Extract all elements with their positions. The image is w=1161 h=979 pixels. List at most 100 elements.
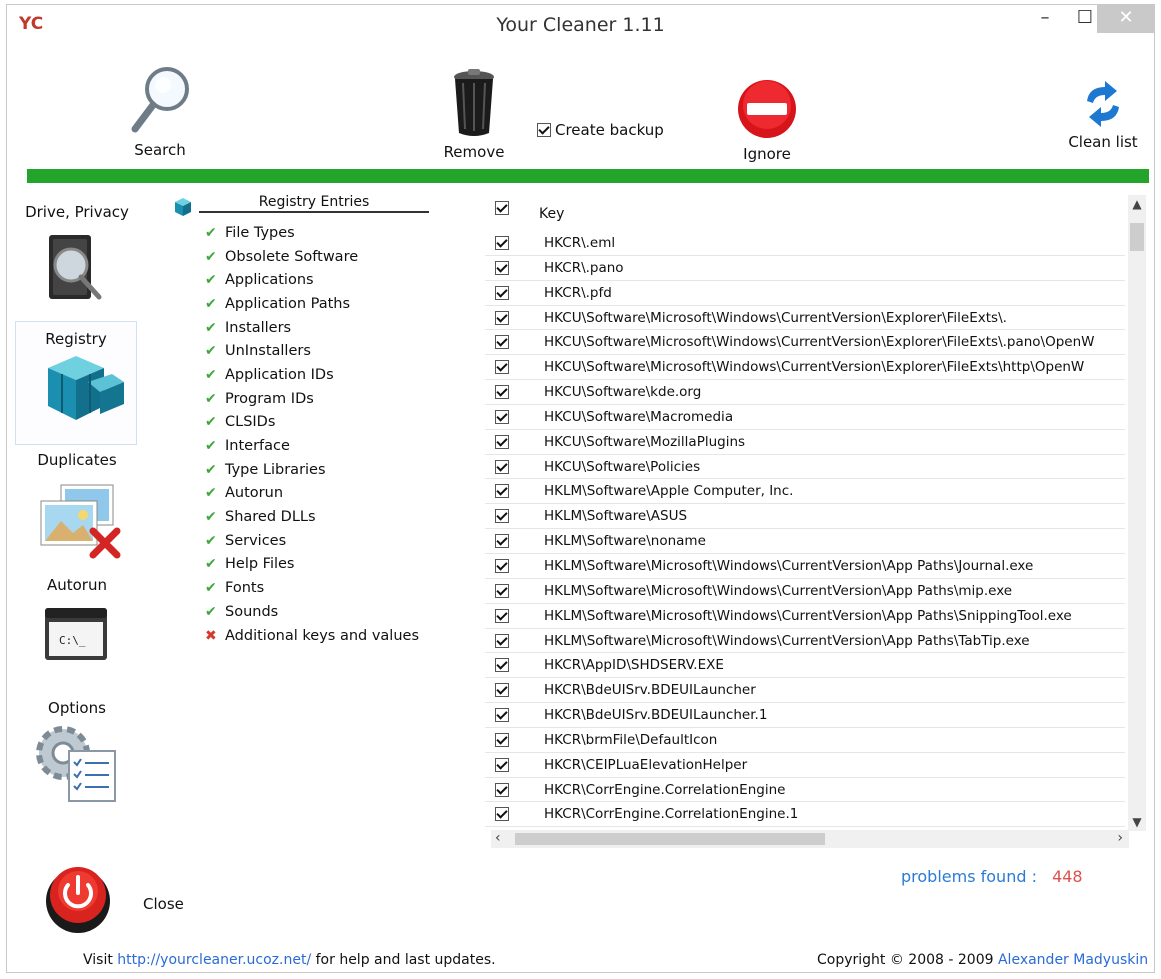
row-checkbox[interactable] [495,310,509,325]
table-row[interactable]: HKCR\brmFile\DefaultIcon [485,728,1125,753]
key-list[interactable]: Key HKCR\.eml HKCR\.pano HKCR\.pfd HKCU\Sof… [485,189,1145,841]
row-checkbox[interactable] [495,534,509,549]
create-backup-checkbox[interactable]: Create backup [537,121,664,139]
checkbox-icon[interactable] [537,123,551,137]
table-row[interactable]: HKLM\Software\Microsoft\Windows\CurrentV… [485,629,1125,654]
row-checkbox[interactable] [495,360,509,375]
registry-key: HKCR\AppID\SHDSERV.EXE [544,657,724,674]
vertical-scrollbar[interactable]: ▲ ▼ [1128,195,1146,831]
check-icon: ✔ [205,438,217,455]
table-row[interactable]: HKCU\Software\Microsoft\Windows\CurrentV… [485,330,1125,356]
table-row[interactable]: HKCR\AppID\SHDSERV.EXE [485,653,1125,679]
row-checkbox[interactable] [495,260,509,275]
duplicate-images-icon [40,484,121,559]
clean-list-button[interactable]: Clean list [1063,79,1143,151]
table-row[interactable]: HKLM\Software\ASUS [485,504,1125,530]
nav-registry-label: Registry [45,330,107,348]
table-row[interactable]: HKCU\Software\Microsoft\Windows\CurrentV… [485,306,1125,331]
close-window-button[interactable]: ✕ [1097,5,1155,33]
table-row[interactable]: HKLM\Software\Microsoft\Windows\CurrentV… [485,554,1125,579]
nav-duplicates[interactable]: Duplicates [17,451,137,563]
category-item: ✔ Autorun [205,482,419,506]
nav-autorun[interactable]: Autorun C:\_ [17,576,137,668]
minimize-button[interactable]: – [1025,5,1065,33]
row-checkbox[interactable] [495,409,509,424]
row-checkbox[interactable] [495,807,509,822]
power-button-icon [46,867,110,933]
row-checkbox[interactable] [495,285,509,300]
category-label: Sounds [225,603,279,620]
registry-key: HKLM\Software\Apple Computer, Inc. [544,483,794,500]
vertical-scroll-thumb[interactable] [1130,223,1144,251]
row-checkbox[interactable] [495,757,509,772]
row-checkbox[interactable] [495,658,509,673]
row-checkbox[interactable] [495,558,509,573]
magnifier-icon [131,67,189,133]
horizontal-scrollbar[interactable]: ‹ › [491,830,1129,848]
remove-button[interactable]: Remove [439,67,509,161]
row-checkbox[interactable] [495,484,509,499]
scroll-up-icon[interactable]: ▲ [1128,197,1146,211]
row-checkbox[interactable] [495,434,509,449]
category-item: ✔ Services [205,529,419,553]
row-checkbox[interactable] [495,633,509,648]
close-label[interactable]: Close [143,895,184,913]
table-row[interactable]: HKCR\.eml [485,231,1125,256]
category-item: ✔ Interface [205,434,419,458]
check-icon: ✔ [205,485,217,502]
category-item: ✔ Help Files [205,553,419,577]
check-icon: ✔ [205,295,217,312]
table-row[interactable]: HKCR\BdeUISrv.BDEUILauncher.1 [485,703,1125,728]
category-item: ✔ Fonts [205,576,419,600]
row-checkbox[interactable] [495,608,509,623]
table-row[interactable]: HKLM\Software\Microsoft\Windows\CurrentV… [485,579,1125,604]
registry-key: HKCR\.pfd [544,284,612,301]
select-all-checkbox[interactable] [495,201,509,215]
table-row[interactable]: HKCR\CorrEngine.CorrelationEngine.1 [485,802,1125,828]
search-button[interactable]: Search [125,65,195,159]
scroll-down-icon[interactable]: ▼ [1128,815,1146,829]
row-checkbox[interactable] [495,708,509,723]
scroll-right-icon[interactable]: › [1117,830,1123,846]
row-checkbox[interactable] [495,459,509,474]
scroll-left-icon[interactable]: ‹ [495,830,501,846]
registry-key: HKCR\CorrEngine.CorrelationEngine [544,781,786,798]
table-row[interactable]: HKCR\.pano [485,256,1125,281]
footer-copyright: Copyright © 2008 - 2009 Alexander Madyus… [817,952,1148,968]
row-checkbox[interactable] [495,583,509,598]
table-row[interactable]: HKCR\BdeUISrv.BDEUILauncher [485,678,1125,704]
table-row[interactable]: HKLM\Software\noname [485,529,1125,554]
table-row[interactable]: HKLM\Software\Apple Computer, Inc. [485,479,1125,505]
table-row[interactable]: HKLM\Software\Microsoft\Windows\CurrentV… [485,604,1125,629]
category-item: ✔ Installers [205,316,419,340]
registry-key: HKCU\Software\Macromedia [544,408,734,425]
row-checkbox[interactable] [495,732,509,747]
table-row[interactable]: HKCU\Software\kde.org [485,380,1125,405]
author-link[interactable]: Alexander Madyuskin [998,952,1148,968]
row-checkbox[interactable] [495,335,509,350]
table-row[interactable]: HKCU\Software\Macromedia [485,405,1125,430]
registry-key: HKCU\Software\Microsoft\Windows\CurrentV… [544,359,1085,376]
row-checkbox[interactable] [495,683,509,698]
row-checkbox[interactable] [495,782,509,797]
key-column-header[interactable]: Key [539,206,564,222]
table-row[interactable]: HKCR\.pfd [485,281,1125,306]
horizontal-scroll-thumb[interactable] [515,833,825,845]
nav-drive-privacy[interactable]: Drive, Privacy [17,203,137,311]
row-checkbox[interactable] [495,236,509,250]
row-checkbox[interactable] [495,385,509,400]
nav-registry[interactable]: Registry [15,321,137,445]
close-button[interactable] [41,861,115,939]
check-icon: ✔ [205,509,217,526]
registry-key: HKCU\Software\kde.org [544,384,702,401]
table-row[interactable]: HKCU\Software\Policies [485,455,1125,480]
category-item: ✔ Obsolete Software [205,245,419,269]
nav-options[interactable]: Options [17,699,137,811]
ignore-button[interactable]: Ignore [727,77,807,163]
table-row[interactable]: HKCU\Software\Microsoft\Windows\CurrentV… [485,355,1125,381]
table-row[interactable]: HKCR\CEIPLuaElevationHelper [485,753,1125,778]
website-link[interactable]: http://yourcleaner.ucoz.net/ [117,952,311,968]
table-row[interactable]: HKCU\Software\MozillaPlugins [485,430,1125,455]
table-row[interactable]: HKCR\CorrEngine.CorrelationEngine [485,778,1125,803]
row-checkbox[interactable] [495,509,509,524]
